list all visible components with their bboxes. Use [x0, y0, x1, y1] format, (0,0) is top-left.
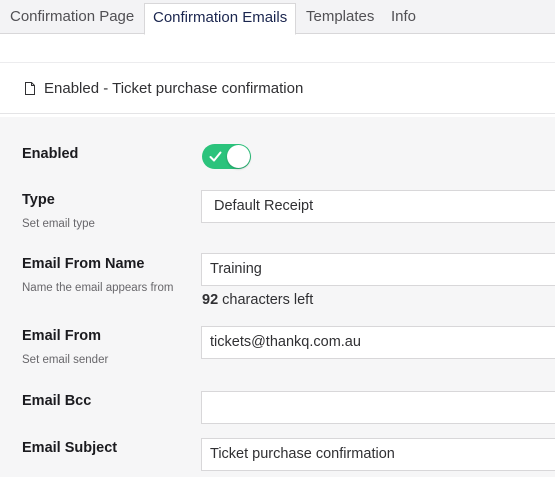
tab-info[interactable]: Info — [383, 3, 424, 34]
chars-left-counter: 92 characters left — [202, 292, 313, 308]
bcc-label: Email Bcc — [22, 393, 92, 409]
tab-confirmation-emails[interactable]: Confirmation Emails — [144, 3, 296, 35]
spacer — [0, 34, 555, 62]
type-select[interactable]: Default Receipt — [201, 190, 555, 223]
from-name-input[interactable]: Training — [201, 253, 555, 286]
subject-input[interactable]: Ticket purchase confirmation — [201, 438, 555, 471]
from-input[interactable]: tickets@thankq.com.au — [201, 326, 555, 359]
email-header: Enabled - Ticket purchase confirmation — [0, 62, 555, 114]
from-name-description: Name the email appears from — [22, 282, 174, 294]
bcc-input[interactable] — [201, 391, 555, 424]
tab-templates[interactable]: Templates — [298, 3, 382, 34]
chars-left-count: 92 — [202, 292, 219, 308]
email-settings-form: Enabled Type Set email type Default Rece… — [0, 117, 555, 477]
check-icon — [209, 151, 222, 162]
from-description: Set email sender — [22, 354, 109, 366]
type-description: Set email type — [22, 218, 95, 230]
enabled-toggle[interactable] — [202, 144, 251, 169]
chars-left-text: characters left — [222, 292, 314, 308]
from-name-label: Email From Name — [22, 256, 145, 272]
tab-confirmation-page[interactable]: Confirmation Page — [2, 3, 142, 34]
from-label: Email From — [22, 328, 101, 344]
type-label: Type — [22, 192, 55, 208]
document-icon — [24, 81, 36, 95]
subject-label: Email Subject — [22, 440, 118, 456]
toggle-knob — [227, 145, 250, 168]
enabled-label: Enabled — [22, 146, 79, 162]
tab-bar: Confirmation Page Confirmation Emails Te… — [0, 0, 555, 35]
email-title: Enabled - Ticket purchase confirmation — [44, 79, 304, 97]
